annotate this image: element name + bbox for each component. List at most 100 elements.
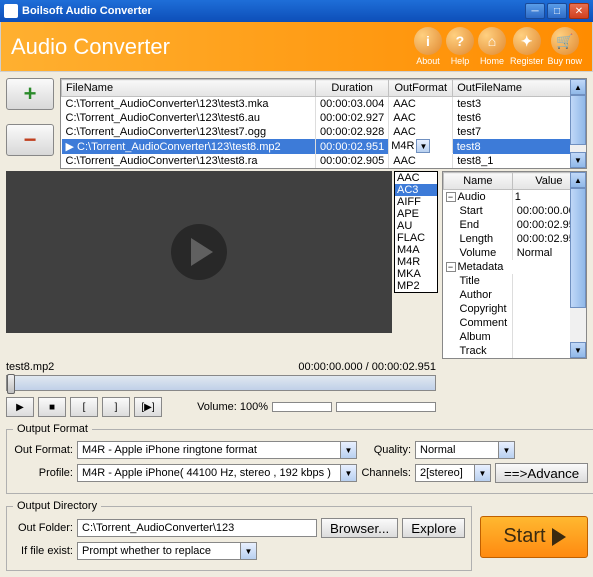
preview-pane xyxy=(6,171,392,333)
format-option[interactable]: M4A xyxy=(395,244,437,256)
profile-select[interactable]: M4R - Apple iPhone( 44100 Hz, stereo , 1… xyxy=(77,464,357,482)
help-icon: ? xyxy=(446,27,474,55)
current-file-label: test8.mp2 xyxy=(6,361,298,373)
chevron-down-icon[interactable]: ▼ xyxy=(340,465,356,481)
quality-select[interactable]: Normal ▼ xyxy=(415,441,515,459)
seek-slider[interactable] xyxy=(6,375,436,391)
window-title: Boilsoft Audio Converter xyxy=(22,5,525,17)
app-header: Audio Converter i About ? Help ⌂ Home ✦ … xyxy=(0,22,593,72)
format-option[interactable]: APE xyxy=(395,208,437,220)
output-format-fieldset: Output Format Out Format: M4R - Apple iP… xyxy=(6,423,593,494)
format-option[interactable]: AU xyxy=(395,220,437,232)
format-option[interactable]: MKA xyxy=(395,268,437,280)
property-row[interactable]: Track xyxy=(444,344,586,358)
output-format-legend: Output Format xyxy=(13,423,92,435)
mark-in-button[interactable]: [ xyxy=(70,397,98,417)
props-scroll-down[interactable]: ▼ xyxy=(570,342,586,358)
out-folder-input[interactable]: C:\Torrent_AudioConverter\123 xyxy=(77,519,317,537)
close-button[interactable]: ✕ xyxy=(569,3,589,19)
home-icon: ⌂ xyxy=(478,27,506,55)
profile-label: Profile: xyxy=(13,467,73,479)
property-row[interactable]: Start00:00:00.000 xyxy=(444,204,586,218)
format-option[interactable]: M4R xyxy=(395,256,437,268)
properties-panel: Name Value −Audio1Start00:00:00.000End00… xyxy=(442,171,587,359)
if-file-exist-select[interactable]: Prompt whether to replace ▼ xyxy=(77,542,257,560)
goto-mark-button[interactable]: [▶] xyxy=(134,397,162,417)
channels-label: Channels: xyxy=(361,467,411,479)
property-row[interactable]: End00:00:02.951 xyxy=(444,218,586,232)
out-format-select[interactable]: M4R - Apple iPhone ringtone format ▼ xyxy=(77,441,357,459)
quality-label: Quality: xyxy=(361,444,411,456)
chevron-down-icon[interactable]: ▼ xyxy=(498,442,514,458)
play-icon[interactable] xyxy=(171,224,227,280)
about-button[interactable]: i About xyxy=(414,27,442,66)
output-directory-legend: Output Directory xyxy=(13,500,101,512)
table-row[interactable]: C:\Torrent_AudioConverter\123\test7.ogg0… xyxy=(62,125,586,139)
level-meter xyxy=(336,402,436,412)
out-folder-label: Out Folder: xyxy=(13,522,73,534)
prop-name-header[interactable]: Name xyxy=(444,173,513,190)
collapse-icon[interactable]: − xyxy=(446,262,456,272)
col-outformat-header[interactable]: OutFormat xyxy=(389,80,453,97)
table-row[interactable]: C:\Torrent_AudioConverter\123\test3.mka0… xyxy=(62,97,586,112)
window-titlebar: Boilsoft Audio Converter ─ □ ✕ xyxy=(0,0,593,22)
table-row[interactable]: C:\Torrent_AudioConverter\123\test8.ra00… xyxy=(62,154,586,168)
stop-button[interactable]: ■ xyxy=(38,397,66,417)
play-button[interactable]: ▶ xyxy=(6,397,34,417)
format-option[interactable]: FLAC xyxy=(395,232,437,244)
property-row[interactable]: VolumeNormal xyxy=(444,246,586,260)
mark-out-button[interactable]: ] xyxy=(102,397,130,417)
property-row[interactable]: Title xyxy=(444,274,586,288)
collapse-icon[interactable]: − xyxy=(446,192,456,202)
key-icon: ✦ xyxy=(513,27,541,55)
table-scrollbar[interactable]: ▲ ▼ xyxy=(570,79,586,168)
property-row[interactable]: Author xyxy=(444,288,586,302)
format-option[interactable]: MP2 xyxy=(395,280,437,292)
remove-file-button[interactable]: − xyxy=(6,124,54,156)
col-duration-header[interactable]: Duration xyxy=(316,80,389,97)
cart-icon: 🛒 xyxy=(551,27,579,55)
app-title: Audio Converter xyxy=(11,34,414,60)
advance-button[interactable]: ==>Advance xyxy=(495,463,588,483)
add-file-button[interactable]: + xyxy=(6,78,54,110)
buy-now-button[interactable]: 🛒 Buy now xyxy=(547,27,582,66)
output-directory-fieldset: Output Directory Out Folder: C:\Torrent_… xyxy=(6,500,472,571)
channels-select[interactable]: 2[stereo] ▼ xyxy=(415,464,491,482)
volume-bar[interactable] xyxy=(272,402,332,412)
minimize-button[interactable]: ─ xyxy=(525,3,545,19)
home-button[interactable]: ⌂ Home xyxy=(478,27,506,66)
out-format-label: Out Format: xyxy=(13,444,73,456)
start-button[interactable]: Start xyxy=(480,516,588,558)
property-row[interactable]: Copyright xyxy=(444,302,586,316)
table-row[interactable]: C:\Torrent_AudioConverter\123\test6.au00… xyxy=(62,111,586,125)
format-option[interactable]: AIFF xyxy=(395,196,437,208)
scroll-thumb[interactable] xyxy=(570,95,586,145)
if-file-exist-label: If file exist: xyxy=(13,545,73,557)
format-option[interactable]: AAC xyxy=(395,172,437,184)
maximize-button[interactable]: □ xyxy=(547,3,567,19)
format-option[interactable]: AC3 xyxy=(395,184,437,196)
help-button[interactable]: ? Help xyxy=(446,27,474,66)
format-dropdown-list[interactable]: AACAC3AIFFAPEAUFLACM4AM4RMKAMP2 xyxy=(394,171,438,293)
chevron-down-icon[interactable]: ▼ xyxy=(416,139,430,153)
browse-button[interactable]: Browser... xyxy=(321,518,398,538)
explore-button[interactable]: Explore xyxy=(402,518,465,538)
property-row[interactable]: Length00:00:02.951 xyxy=(444,232,586,246)
props-scrollbar[interactable]: ▲ ▼ xyxy=(570,172,586,358)
chevron-down-icon[interactable]: ▼ xyxy=(474,465,490,481)
scroll-up-button[interactable]: ▲ xyxy=(570,79,586,95)
chevron-down-icon[interactable]: ▼ xyxy=(340,442,356,458)
info-icon: i xyxy=(414,27,442,55)
app-icon xyxy=(4,4,18,18)
property-row[interactable]: Album xyxy=(444,330,586,344)
property-row[interactable]: Comment xyxy=(444,316,586,330)
table-row[interactable]: ▶ C:\Torrent_AudioConverter\123\test8.mp… xyxy=(62,139,586,154)
col-filename-header[interactable]: FileName xyxy=(62,80,316,97)
col-outfilename-header[interactable]: OutFileName xyxy=(453,80,586,97)
register-button[interactable]: ✦ Register xyxy=(510,27,544,66)
seek-thumb[interactable] xyxy=(7,374,15,394)
props-scroll-up[interactable]: ▲ xyxy=(570,172,586,188)
scroll-down-button[interactable]: ▼ xyxy=(570,152,586,168)
props-scroll-thumb[interactable] xyxy=(570,188,586,308)
chevron-down-icon[interactable]: ▼ xyxy=(240,543,256,559)
